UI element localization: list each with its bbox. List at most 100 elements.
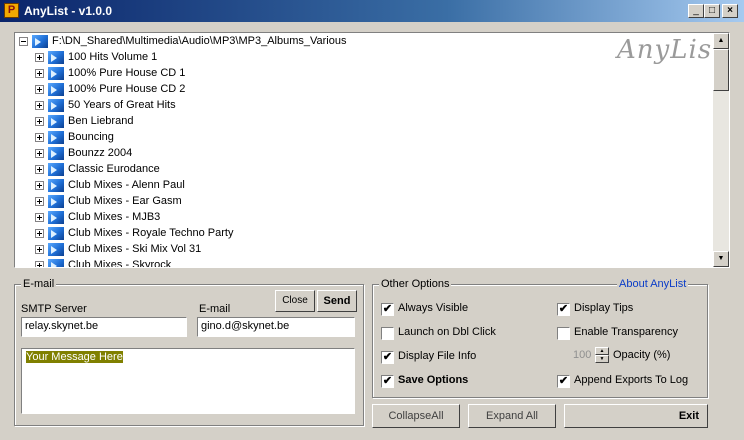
about-link[interactable]: About AnyList bbox=[617, 278, 689, 290]
tree-item-label: Bouncing bbox=[68, 131, 114, 143]
enable-transparency-label: Enable Transparency bbox=[574, 326, 678, 338]
launch-dbl-click-checkbox[interactable] bbox=[381, 327, 394, 340]
expand-icon[interactable] bbox=[35, 244, 44, 254]
tree-item-label: Club Mixes - MJB3 bbox=[68, 211, 161, 223]
app-icon[interactable]: P bbox=[4, 3, 19, 18]
expand-icon[interactable] bbox=[35, 260, 44, 267]
opacity-label: Opacity (%) bbox=[613, 349, 671, 361]
always-visible-checkbox[interactable]: ✔ bbox=[381, 303, 394, 316]
maximize-button[interactable]: □ bbox=[704, 4, 720, 18]
tree-item-label: Club Mixes - Ear Gasm bbox=[68, 195, 182, 207]
tree-item[interactable]: Club Mixes - Ear Gasm bbox=[35, 193, 182, 209]
enable-transparency-checkbox[interactable] bbox=[557, 327, 570, 340]
folder-tree[interactable]: F:\DN_Shared\Multimedia\Audio\MP3\MP3_Al… bbox=[14, 32, 730, 268]
launch-dbl-click-label: Launch on Dbl Click bbox=[398, 326, 496, 338]
opacity-spinner[interactable]: ▲ ▼ bbox=[595, 347, 609, 363]
tree-item[interactable]: Ben Liebrand bbox=[35, 113, 133, 129]
tree-item[interactable]: Classic Eurodance bbox=[35, 161, 160, 177]
folder-icon bbox=[48, 226, 64, 240]
tree-item-label: Club Mixes - Ski Mix Vol 31 bbox=[68, 243, 202, 255]
expand-icon[interactable] bbox=[35, 68, 44, 78]
close-button[interactable]: × bbox=[722, 4, 738, 18]
smtp-server-label: SMTP Server bbox=[21, 303, 87, 315]
options-group-title: Other Options bbox=[379, 278, 452, 290]
expand-icon[interactable] bbox=[35, 148, 44, 158]
tree-item[interactable]: Club Mixes - Ski Mix Vol 31 bbox=[35, 241, 201, 257]
tree-item-label: Ben Liebrand bbox=[68, 115, 134, 127]
save-options-checkbox[interactable]: ✔ bbox=[381, 375, 394, 388]
folder-icon bbox=[48, 82, 64, 96]
tree-item[interactable]: 100% Pure House CD 2 bbox=[35, 81, 185, 97]
expand-icon[interactable] bbox=[35, 116, 44, 126]
close-email-button[interactable]: Close bbox=[275, 290, 315, 312]
tree-item-label: Club Mixes - Skyrock bbox=[68, 259, 172, 268]
tree-item-label: 50 Years of Great Hits bbox=[68, 99, 176, 111]
email-field[interactable]: gino.d@skynet.be bbox=[197, 317, 355, 337]
tree-scrollbar[interactable]: ▲ ▼ bbox=[713, 33, 729, 267]
expand-icon[interactable] bbox=[35, 84, 44, 94]
tree-item[interactable]: Club Mixes - Alenn Paul bbox=[35, 177, 185, 193]
collapse-all-button[interactable]: CollapseAll bbox=[372, 404, 460, 428]
tree-item-label: Bounzz 2004 bbox=[68, 147, 133, 159]
message-field[interactable]: Your Message Here bbox=[21, 348, 355, 414]
scroll-up-button[interactable]: ▲ bbox=[713, 33, 729, 49]
display-file-info-label: Display File Info bbox=[398, 350, 477, 362]
minimize-button[interactable]: _ bbox=[688, 4, 704, 18]
tree-item[interactable]: Bounzz 2004 bbox=[35, 145, 132, 161]
tree-item[interactable]: Club Mixes - Skyrock bbox=[35, 257, 172, 268]
spin-up-button[interactable]: ▲ bbox=[595, 347, 609, 355]
save-options-label: Save Options bbox=[398, 374, 469, 386]
folder-icon bbox=[48, 114, 64, 128]
folder-icon bbox=[48, 210, 64, 224]
spin-down-button[interactable]: ▼ bbox=[595, 355, 609, 363]
tree-item-label: Club Mixes - Royale Techno Party bbox=[68, 227, 234, 239]
expand-icon[interactable] bbox=[35, 228, 44, 238]
anylist-logo: AnyList bbox=[617, 35, 724, 65]
tree-item-label: 100% Pure House CD 2 bbox=[68, 83, 186, 95]
folder-icon bbox=[32, 34, 48, 48]
append-exports-checkbox[interactable]: ✔ bbox=[557, 375, 570, 388]
folder-icon bbox=[48, 242, 64, 256]
tree-item-label: Club Mixes - Alenn Paul bbox=[68, 179, 185, 191]
folder-icon bbox=[48, 178, 64, 192]
tree-item[interactable]: 50 Years of Great Hits bbox=[35, 97, 176, 113]
folder-icon bbox=[48, 194, 64, 208]
display-tips-label: Display Tips bbox=[574, 302, 634, 314]
folder-icon bbox=[48, 162, 64, 176]
expand-icon[interactable] bbox=[35, 164, 44, 174]
scroll-down-button[interactable]: ▼ bbox=[713, 251, 729, 267]
exit-button[interactable]: Exit bbox=[564, 404, 708, 428]
tree-item[interactable]: 100 Hits Volume 1 bbox=[35, 49, 157, 65]
folder-icon bbox=[48, 50, 64, 64]
options-group: Other Options About AnyList ✔ Always Vis… bbox=[372, 278, 708, 398]
tree-item[interactable]: 100% Pure House CD 1 bbox=[35, 65, 185, 81]
folder-icon bbox=[48, 130, 64, 144]
folder-icon bbox=[48, 146, 64, 160]
send-button[interactable]: Send bbox=[317, 290, 357, 312]
expand-icon[interactable] bbox=[35, 180, 44, 190]
collapse-icon[interactable] bbox=[19, 36, 28, 46]
message-text: Your Message Here bbox=[26, 351, 123, 363]
folder-icon bbox=[48, 258, 64, 267]
expand-icon[interactable] bbox=[35, 132, 44, 142]
expand-icon[interactable] bbox=[35, 212, 44, 222]
opacity-value[interactable]: 100 bbox=[573, 349, 591, 361]
tree-item[interactable]: Club Mixes - Royale Techno Party bbox=[35, 225, 233, 241]
display-tips-checkbox[interactable]: ✔ bbox=[557, 303, 570, 316]
email-group-title: E-mail bbox=[21, 278, 57, 290]
smtp-server-field[interactable]: relay.skynet.be bbox=[21, 317, 187, 337]
window-title: AnyList - v1.0.0 bbox=[24, 4, 113, 18]
title-bar: P AnyList - v1.0.0 _ □ × bbox=[0, 0, 744, 22]
append-exports-label: Append Exports To Log bbox=[574, 374, 689, 386]
tree-item-label: Classic Eurodance bbox=[68, 163, 160, 175]
display-file-info-checkbox[interactable]: ✔ bbox=[381, 351, 394, 364]
expand-all-button[interactable]: Expand All bbox=[468, 404, 556, 428]
tree-item[interactable]: Bouncing bbox=[35, 129, 114, 145]
expand-icon[interactable] bbox=[35, 52, 44, 62]
tree-item[interactable]: Club Mixes - MJB3 bbox=[35, 209, 160, 225]
expand-icon[interactable] bbox=[35, 100, 44, 110]
tree-root[interactable]: F:\DN_Shared\Multimedia\Audio\MP3\MP3_Al… bbox=[19, 33, 346, 49]
scroll-thumb[interactable] bbox=[713, 49, 729, 91]
expand-icon[interactable] bbox=[35, 196, 44, 206]
folder-icon bbox=[48, 98, 64, 112]
